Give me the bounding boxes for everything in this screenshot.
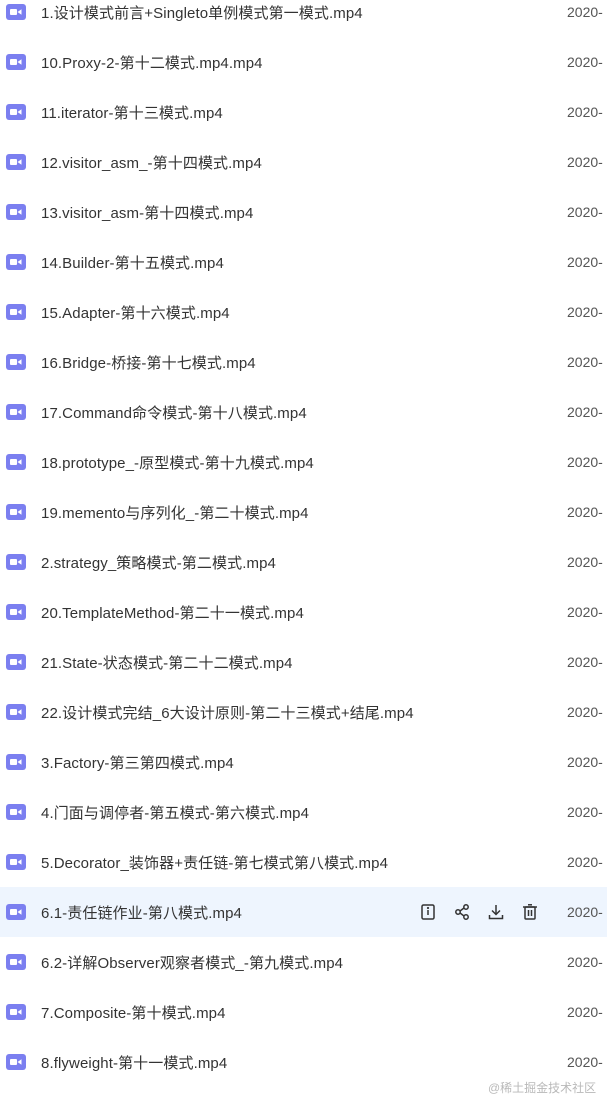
file-row[interactable]: 5.Decorator_装饰器+责任链-第七模式第八模式.mp4 2020- <box>0 837 607 887</box>
file-row[interactable]: 6.2-详解Observer观察者模式_-第九模式.mp4 2020- <box>0 937 607 987</box>
video-file-icon <box>6 704 26 720</box>
video-file-icon <box>6 154 26 170</box>
video-file-icon <box>6 754 26 770</box>
video-file-icon <box>6 504 26 520</box>
file-name[interactable]: 11.iterator-第十三模式.mp4 <box>41 102 223 123</box>
file-name[interactable]: 3.Factory-第三第四模式.mp4 <box>41 752 234 773</box>
video-file-icon <box>6 654 26 670</box>
file-date: 2020- <box>567 604 603 620</box>
file-date: 2020- <box>567 354 603 370</box>
file-row[interactable]: 7.Composite-第十模式.mp4 2020- <box>0 987 607 1037</box>
file-date: 2020- <box>567 104 603 120</box>
file-name[interactable]: 4.门面与调停者-第五模式-第六模式.mp4 <box>41 802 309 823</box>
file-row[interactable]: 20.TemplateMethod-第二十一模式.mp4 2020- <box>0 587 607 637</box>
file-name[interactable]: 22.设计模式完结_6大设计原则-第二十三模式+结尾.mp4 <box>41 702 414 723</box>
file-date: 2020- <box>567 154 603 170</box>
file-date: 2020- <box>567 254 603 270</box>
download-icon[interactable] <box>486 902 506 922</box>
file-row[interactable]: 13.visitor_asm-第十四模式.mp4 2020- <box>0 187 607 237</box>
file-name[interactable]: 17.Command命令模式-第十八模式.mp4 <box>41 402 307 423</box>
share-icon[interactable] <box>452 902 472 922</box>
file-date: 2020- <box>567 304 603 320</box>
file-date: 2020- <box>567 554 603 570</box>
file-row[interactable]: 12.visitor_asm_-第十四模式.mp4 2020- <box>0 137 607 187</box>
file-name[interactable]: 14.Builder-第十五模式.mp4 <box>41 252 224 273</box>
video-file-icon <box>6 354 26 370</box>
delete-icon[interactable] <box>520 902 540 922</box>
watermark: @稀土掘金技术社区 <box>488 1081 597 1095</box>
file-name[interactable]: 10.Proxy-2-第十二模式.mp4.mp4 <box>41 52 263 73</box>
file-date: 2020- <box>567 654 603 670</box>
row-actions <box>418 902 540 922</box>
file-name[interactable]: 20.TemplateMethod-第二十一模式.mp4 <box>41 602 304 623</box>
file-date: 2020- <box>567 404 603 420</box>
file-name[interactable]: 21.State-状态模式-第二十二模式.mp4 <box>41 652 293 673</box>
file-name[interactable]: 12.visitor_asm_-第十四模式.mp4 <box>41 152 262 173</box>
video-file-icon <box>6 804 26 820</box>
file-row[interactable]: 19.memento与序列化_-第二十模式.mp4 2020- <box>0 487 607 537</box>
file-date: 2020- <box>567 454 603 470</box>
file-date: 2020- <box>567 704 603 720</box>
file-date: 2020- <box>567 54 603 70</box>
file-row[interactable]: 4.门面与调停者-第五模式-第六模式.mp4 2020- <box>0 787 607 837</box>
file-date: 2020- <box>567 1054 603 1070</box>
file-row[interactable]: 21.State-状态模式-第二十二模式.mp4 2020- <box>0 637 607 687</box>
file-name[interactable]: 1.设计模式前言+Singleto单例模式第一模式.mp4 <box>41 2 363 23</box>
video-file-icon <box>6 454 26 470</box>
video-file-icon <box>6 1054 26 1070</box>
file-row[interactable]: 11.iterator-第十三模式.mp4 2020- <box>0 87 607 137</box>
file-name[interactable]: 15.Adapter-第十六模式.mp4 <box>41 302 230 323</box>
file-name[interactable]: 18.prototype_-原型模式-第十九模式.mp4 <box>41 452 314 473</box>
file-row[interactable]: 14.Builder-第十五模式.mp4 2020- <box>0 237 607 287</box>
file-row[interactable]: 22.设计模式完结_6大设计原则-第二十三模式+结尾.mp4 2020- <box>0 687 607 737</box>
file-row[interactable]: 15.Adapter-第十六模式.mp4 2020- <box>0 287 607 337</box>
video-file-icon <box>6 204 26 220</box>
file-date: 2020- <box>567 4 603 20</box>
file-list: 1.设计模式前言+Singleto单例模式第一模式.mp4 2020- 10.Pro… <box>0 0 607 1098</box>
video-file-icon <box>6 4 26 20</box>
file-name[interactable]: 16.Bridge-桥接-第十七模式.mp4 <box>41 352 256 373</box>
video-file-icon <box>6 954 26 970</box>
video-file-icon <box>6 404 26 420</box>
file-row[interactable]: 3.Factory-第三第四模式.mp4 2020- <box>0 737 607 787</box>
file-date: 2020- <box>567 954 603 970</box>
file-name[interactable]: 8.flyweight-第十一模式.mp4 <box>41 1052 227 1073</box>
file-name[interactable]: 6.2-详解Observer观察者模式_-第九模式.mp4 <box>41 952 343 973</box>
file-name[interactable]: 19.memento与序列化_-第二十模式.mp4 <box>41 502 309 523</box>
file-name[interactable]: 7.Composite-第十模式.mp4 <box>41 1002 226 1023</box>
file-name[interactable]: 6.1-责任链作业-第八模式.mp4 <box>41 902 242 923</box>
video-file-icon <box>6 54 26 70</box>
video-file-icon <box>6 104 26 120</box>
file-name[interactable]: 2.strategy_策略模式-第二模式.mp4 <box>41 552 276 573</box>
file-date: 2020- <box>567 504 603 520</box>
video-file-icon <box>6 604 26 620</box>
video-file-icon <box>6 1004 26 1020</box>
video-file-icon <box>6 254 26 270</box>
file-date: 2020- <box>567 804 603 820</box>
file-date: 2020- <box>567 1004 603 1020</box>
file-date: 2020- <box>567 754 603 770</box>
file-name[interactable]: 13.visitor_asm-第十四模式.mp4 <box>41 202 253 223</box>
details-icon[interactable] <box>418 902 438 922</box>
video-file-icon <box>6 854 26 870</box>
file-row[interactable]: 10.Proxy-2-第十二模式.mp4.mp4 2020- <box>0 37 607 87</box>
file-date: 2020- <box>567 204 603 220</box>
file-row[interactable]: 16.Bridge-桥接-第十七模式.mp4 2020- <box>0 337 607 387</box>
file-row[interactable]: 1.设计模式前言+Singleto单例模式第一模式.mp4 2020- <box>0 0 607 37</box>
file-row[interactable]: 2.strategy_策略模式-第二模式.mp4 2020- <box>0 537 607 587</box>
file-date: 2020- <box>567 904 603 920</box>
file-name[interactable]: 5.Decorator_装饰器+责任链-第七模式第八模式.mp4 <box>41 852 388 873</box>
file-row[interactable]: 6.1-责任链作业-第八模式.mp4 2020- <box>0 887 607 937</box>
video-file-icon <box>6 554 26 570</box>
file-date: 2020- <box>567 854 603 870</box>
video-file-icon <box>6 904 26 920</box>
file-row[interactable]: 17.Command命令模式-第十八模式.mp4 2020- <box>0 387 607 437</box>
video-file-icon <box>6 304 26 320</box>
file-row[interactable]: 18.prototype_-原型模式-第十九模式.mp4 2020- <box>0 437 607 487</box>
